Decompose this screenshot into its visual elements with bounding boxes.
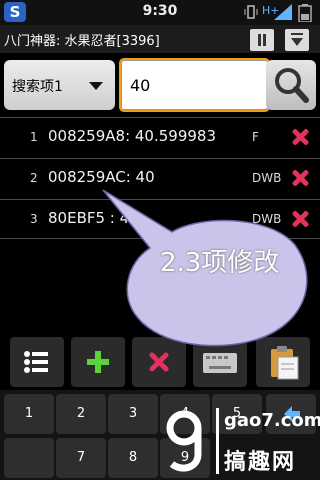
key-blank[interactable] bbox=[4, 438, 54, 478]
result-index: 1 bbox=[30, 130, 38, 144]
keyboard-icon bbox=[203, 353, 237, 373]
add-button[interactable] bbox=[71, 337, 125, 387]
watermark-brand: 搞趣网 bbox=[224, 450, 297, 475]
result-address-value: 80EBF5 : 40 bbox=[48, 209, 139, 227]
result-type: DWB bbox=[252, 212, 282, 226]
key-3[interactable]: 3 bbox=[108, 394, 158, 434]
search-icon bbox=[275, 68, 309, 103]
key-1[interactable]: 1 bbox=[4, 394, 54, 434]
result-row[interactable]: 1 008259A8: 40.599983 F bbox=[0, 117, 320, 156]
result-address-value: 008259A8: 40.599983 bbox=[48, 127, 217, 145]
minimize-button[interactable] bbox=[285, 29, 309, 51]
search-type-select[interactable]: 搜索项1 bbox=[4, 60, 115, 110]
app-notification-icon: S bbox=[4, 2, 26, 22]
result-row[interactable]: 3 80EBF5 : 40 DWB bbox=[0, 199, 320, 239]
list-icon bbox=[24, 351, 48, 373]
list-button[interactable] bbox=[10, 337, 64, 387]
result-address-value: 008259AC: 40 bbox=[48, 168, 155, 186]
delete-icon[interactable] bbox=[290, 168, 310, 188]
pause-icon bbox=[258, 34, 261, 46]
signal-icon bbox=[274, 4, 292, 20]
pause-icon-bar bbox=[263, 34, 266, 46]
battery-icon bbox=[298, 4, 312, 22]
result-index: 2 bbox=[30, 171, 38, 185]
search-value-input[interactable] bbox=[121, 60, 268, 110]
delete-icon[interactable] bbox=[290, 127, 310, 147]
result-row[interactable]: 2 008259AC: 40 DWB bbox=[0, 158, 320, 197]
result-type: F bbox=[252, 130, 259, 144]
key-8[interactable]: 8 bbox=[108, 438, 158, 478]
result-type: DWB bbox=[252, 171, 282, 185]
delete-icon[interactable] bbox=[290, 209, 310, 229]
key-2[interactable]: 2 bbox=[56, 394, 106, 434]
collapse-down-icon bbox=[291, 33, 303, 46]
watermark-domain: gao7.com bbox=[224, 410, 320, 431]
clear-button[interactable] bbox=[132, 337, 186, 387]
result-index: 3 bbox=[30, 212, 38, 226]
keyboard-button[interactable] bbox=[193, 337, 247, 387]
close-icon bbox=[149, 352, 169, 372]
search-type-label: 搜索项1 bbox=[12, 79, 63, 95]
status-time: 9:30 bbox=[142, 3, 178, 19]
paste-button[interactable] bbox=[256, 337, 310, 387]
plus-icon bbox=[87, 351, 109, 373]
app-title: 八门神器: 水果忍者[3396] bbox=[4, 34, 160, 49]
annotation-text: 2.3项修改 bbox=[160, 248, 280, 278]
pause-button[interactable] bbox=[250, 29, 274, 51]
search-button[interactable] bbox=[266, 60, 316, 110]
clipboard-icon bbox=[271, 346, 299, 380]
dropdown-arrow-icon bbox=[89, 82, 103, 90]
vibrate-icon bbox=[244, 5, 258, 19]
key-7[interactable]: 7 bbox=[56, 438, 106, 478]
